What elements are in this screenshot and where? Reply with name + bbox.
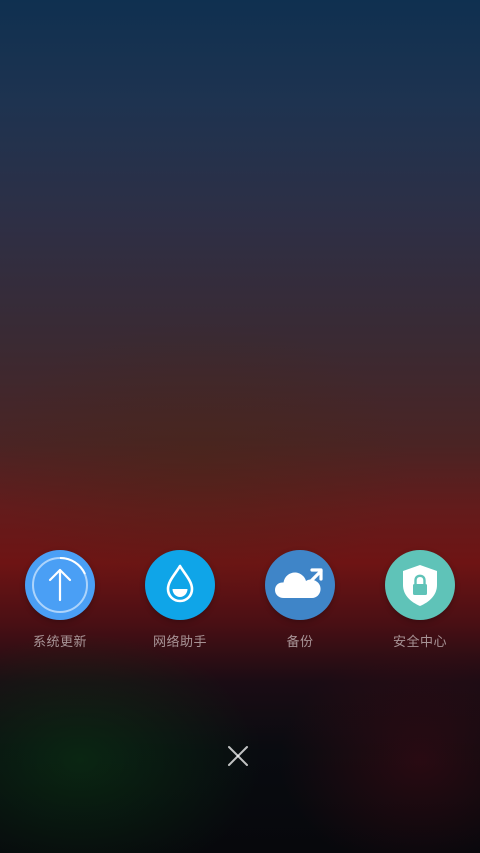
wallpaper-background: [0, 0, 480, 853]
close-button[interactable]: [222, 740, 254, 772]
close-icon: [228, 746, 248, 766]
security-center-button[interactable]: 安全中心: [370, 550, 470, 650]
backup-button[interactable]: 备份: [250, 550, 350, 650]
system-update-label: 系统更新: [32, 635, 87, 650]
network-assistant-icon: [145, 550, 215, 620]
network-assistant-button[interactable]: 网络助手: [130, 550, 230, 650]
network-assistant-label: 网络助手: [152, 635, 207, 650]
quick-launch-dock: 系统更新 网络助手 备份 安全中心: [0, 550, 480, 660]
cloud-backup-icon: [265, 550, 335, 620]
security-center-icon: [385, 550, 455, 620]
security-center-label: 安全中心: [392, 635, 447, 650]
system-update-button[interactable]: 系统更新: [10, 550, 110, 650]
system-update-icon: [25, 550, 95, 620]
backup-label: 备份: [286, 635, 314, 650]
